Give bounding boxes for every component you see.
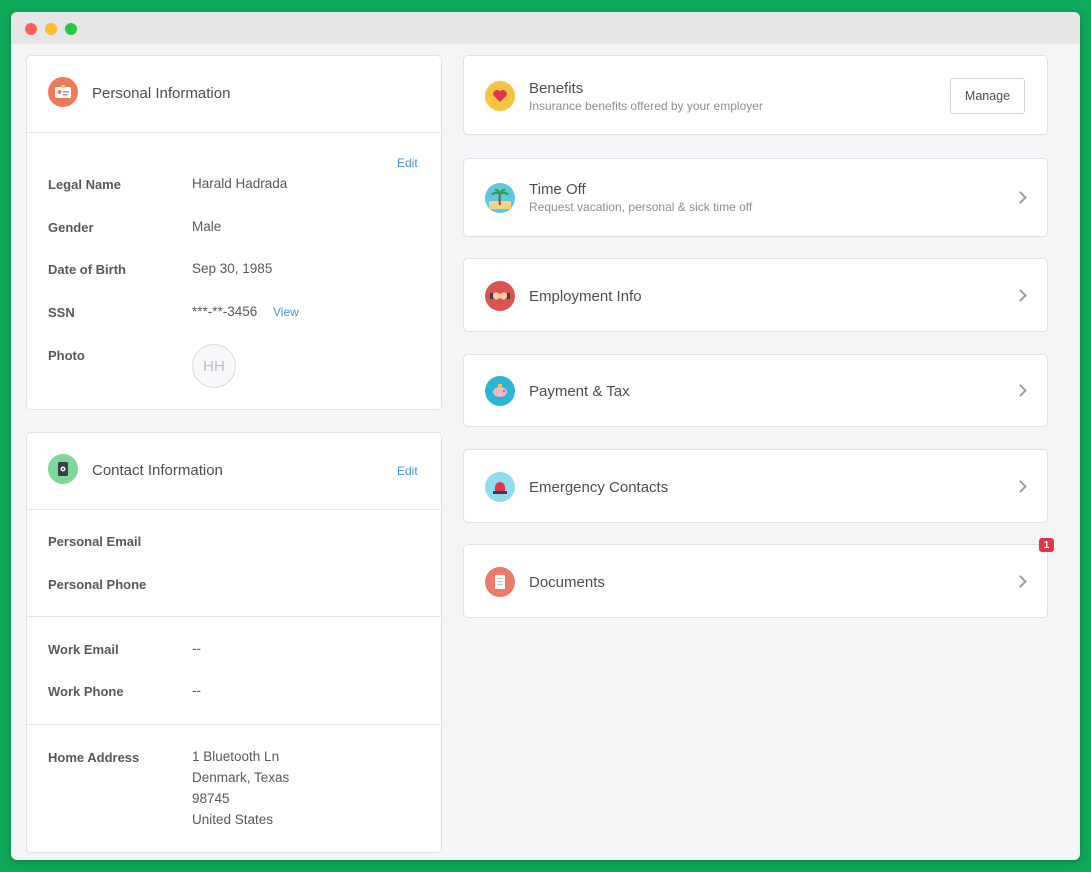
gender-label: Gender	[48, 220, 94, 235]
documents-notification-badge: 1	[1039, 538, 1054, 552]
piggy-bank-icon	[485, 376, 515, 406]
employment-info-title: Employment Info	[529, 288, 642, 305]
benefits-title: Benefits	[529, 80, 584, 97]
legal-name-label: Legal Name	[48, 177, 121, 192]
personal-information-title: Personal Information	[92, 85, 231, 102]
legal-name-value: Harald Hadrada	[192, 176, 288, 191]
emergency-contacts-title: Emergency Contacts	[529, 479, 669, 496]
address-line-3: 98745	[192, 791, 230, 806]
contact-information-card: Contact Information Edit Personal Email …	[26, 432, 442, 853]
minimize-window-button[interactable]	[45, 23, 57, 35]
documents-card[interactable]: Documents 1	[463, 538, 1054, 618]
heart-badge-icon	[485, 81, 515, 111]
benefits-subtitle: Insurance benefits offered by your emplo…	[529, 99, 763, 113]
chevron-right-icon	[1014, 575, 1027, 588]
window-titlebar	[11, 12, 1080, 44]
chevron-right-icon	[1014, 191, 1027, 204]
address-line-4: United States	[192, 812, 274, 827]
employment-info-card[interactable]: Employment Info	[463, 258, 1048, 332]
chevron-right-icon	[1014, 480, 1027, 493]
contact-edit-link[interactable]: Edit	[397, 464, 418, 478]
documents-title: Documents	[529, 574, 605, 591]
document-icon	[485, 567, 515, 597]
chevron-right-icon	[1014, 289, 1027, 302]
payment-tax-card[interactable]: Payment & Tax	[463, 354, 1048, 427]
work-phone-value: --	[192, 683, 201, 698]
emergency-contacts-card[interactable]: Emergency Contacts	[463, 449, 1048, 523]
time-off-card[interactable]: Time Off Request vacation, personal & si…	[463, 158, 1048, 237]
contact-divider-1	[27, 616, 441, 617]
app-window: Personal Information Edit Legal Name Har…	[11, 12, 1080, 860]
personal-edit-link[interactable]: Edit	[397, 156, 418, 170]
personal-phone-label: Personal Phone	[48, 577, 147, 592]
benefits-card: Benefits Insurance benefits offered by y…	[463, 55, 1048, 135]
phone-icon	[48, 454, 78, 484]
work-email-label: Work Email	[48, 642, 119, 657]
photo-label: Photo	[48, 348, 85, 363]
siren-icon	[485, 472, 515, 502]
manage-benefits-button[interactable]: Manage	[950, 78, 1025, 114]
work-email-value: --	[192, 641, 201, 656]
time-off-subtitle: Request vacation, personal & sick time o…	[529, 200, 753, 214]
palm-tree-icon	[485, 183, 515, 213]
personal-information-card: Personal Information Edit Legal Name Har…	[26, 55, 442, 410]
address-line-1: 1 Bluetooth Ln	[192, 749, 280, 764]
date-of-birth-label: Date of Birth	[48, 262, 126, 277]
handshake-icon	[485, 281, 515, 311]
chevron-right-icon	[1014, 384, 1027, 397]
maximize-window-button[interactable]	[65, 23, 77, 35]
contact-divider-2	[27, 724, 441, 725]
ssn-value: ***-**-3456	[192, 304, 258, 319]
work-phone-label: Work Phone	[48, 684, 124, 699]
address-line-2: Denmark, Texas	[192, 770, 290, 785]
contact-information-title: Contact Information	[92, 462, 223, 479]
gender-value: Male	[192, 219, 222, 234]
date-of-birth-value: Sep 30, 1985	[192, 261, 273, 276]
time-off-title: Time Off	[529, 181, 586, 198]
personal-information-header: Personal Information	[27, 56, 441, 133]
home-address-label: Home Address	[48, 750, 140, 765]
id-card-icon	[48, 77, 78, 107]
personal-email-label: Personal Email	[48, 534, 142, 549]
contact-information-header: Contact Information Edit	[27, 433, 441, 510]
ssn-view-link[interactable]: View	[273, 305, 299, 319]
payment-tax-title: Payment & Tax	[529, 383, 630, 400]
ssn-label: SSN	[48, 305, 75, 320]
avatar[interactable]: HH	[192, 344, 236, 388]
close-window-button[interactable]	[25, 23, 37, 35]
